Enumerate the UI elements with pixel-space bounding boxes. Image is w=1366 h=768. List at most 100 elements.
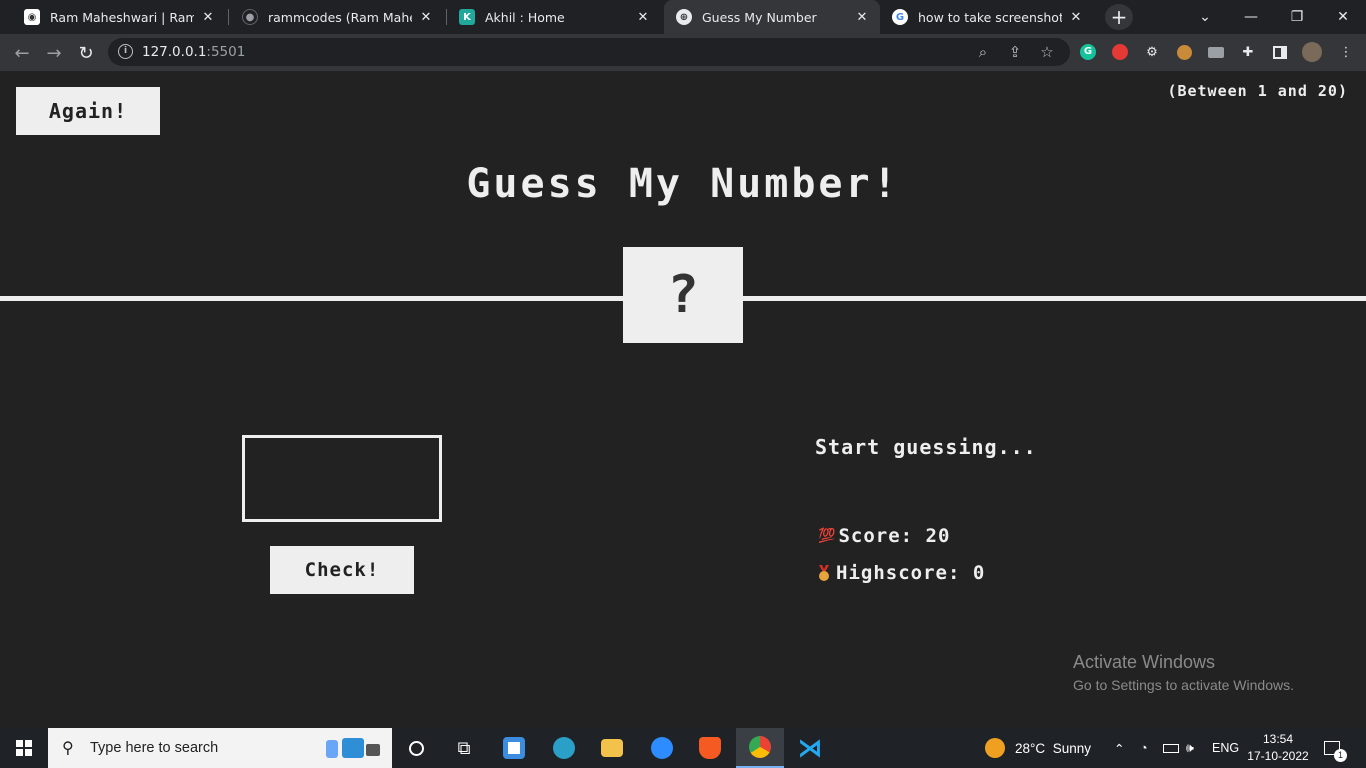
tab-github[interactable]: ● rammcodes (Ram Maheshwari) ✕ [230, 0, 444, 34]
hundred-points-icon: 💯 [818, 528, 837, 544]
share-icon[interactable]: ⇪ [1006, 43, 1024, 61]
clock-date: 17-10-2022 [1247, 749, 1309, 763]
card-extension-icon[interactable] [1206, 42, 1226, 62]
back-button[interactable]: ← [9, 40, 35, 66]
restore-button[interactable]: ❐ [1274, 0, 1320, 34]
notification-icon: 1 [1324, 741, 1347, 762]
watermark-title: Activate Windows [1073, 652, 1216, 672]
task-view-icon: ⧉ [457, 737, 471, 758]
score-text: Score: [838, 525, 914, 547]
search-highlights-icon [322, 736, 382, 760]
weather-widget[interactable]: 28°C Sunny [985, 728, 1091, 768]
language-indicator[interactable]: ENG [1212, 728, 1239, 768]
range-hint: (Between 1 and 20) [1167, 82, 1348, 100]
tab-akhil-home[interactable]: K Akhil : Home ✕ [447, 0, 661, 34]
check-button[interactable]: Check! [270, 546, 414, 594]
close-icon[interactable]: ✕ [200, 10, 216, 25]
windows-taskbar: ⚲ Type here to search ⧉ ⋊ 28°C Sunny ⌃ ◔… [0, 728, 1366, 768]
show-hidden-icons[interactable]: ⌃ [1114, 728, 1124, 768]
close-icon[interactable]: ✕ [1068, 10, 1084, 25]
new-tab-button[interactable]: + [1105, 4, 1133, 30]
clock-time: 13:54 [1262, 732, 1294, 746]
forward-button[interactable]: → [41, 40, 67, 66]
weather-desc: Sunny [1052, 740, 1091, 756]
battery-icon[interactable] [1163, 728, 1179, 768]
tab-rammcodes[interactable]: ◉ Ram Maheshwari | RammCodes ✕ [12, 0, 226, 34]
cookie-extension-icon[interactable] [1174, 42, 1194, 62]
score-label: 💯 Score: 20 [818, 525, 950, 547]
status-message: Start guessing... [815, 435, 1037, 459]
close-icon[interactable]: ✕ [854, 10, 870, 25]
close-icon[interactable]: ✕ [635, 10, 651, 25]
brave-button[interactable] [686, 728, 734, 768]
globe-icon: ⊕ [676, 9, 692, 25]
notification-center-button[interactable]: 1 [1324, 728, 1347, 768]
page-title: Guess My Number! [466, 161, 900, 207]
tab-google-search[interactable]: G how to take screenshot on laptop ✕ [880, 0, 1094, 34]
tab-search-button[interactable]: ⌄ [1182, 0, 1228, 34]
edge-button[interactable] [540, 728, 588, 768]
reload-button[interactable]: ↻ [73, 40, 99, 66]
k-logo-icon: K [459, 9, 475, 25]
store-icon [503, 737, 525, 759]
task-view-button[interactable]: ⧉ [440, 728, 488, 768]
address-bar[interactable]: i 127.0.0.1:5501 ⌕ ⇪ ☆ [108, 38, 1070, 66]
taskbar-search[interactable]: ⚲ Type here to search [48, 728, 392, 768]
url-text: 127.0.0.1:5501 [142, 44, 245, 60]
edge-icon [553, 737, 575, 759]
file-explorer-button[interactable] [588, 728, 636, 768]
close-window-button[interactable]: ✕ [1320, 0, 1366, 34]
zoom-icon [651, 737, 673, 759]
reload-icon: ↻ [78, 42, 94, 64]
plus-icon: + [1110, 5, 1128, 29]
ms-store-button[interactable] [490, 728, 538, 768]
tab-title: how to take screenshot on laptop [918, 9, 1062, 25]
network-icon[interactable]: ◔ [1140, 728, 1148, 768]
cortana-button[interactable] [392, 728, 440, 768]
secret-number: ? [623, 247, 743, 343]
tab-title: Guess My Number [702, 9, 817, 25]
vscode-button[interactable]: ⋊ [786, 728, 834, 768]
minimize-icon: — [1244, 9, 1258, 25]
guess-input[interactable] [242, 435, 442, 522]
chrome-button[interactable] [736, 728, 784, 768]
url-port: :5501 [206, 44, 246, 60]
tab-title: rammcodes (Ram Maheshwari) [268, 9, 412, 25]
gear-extension-icon[interactable]: ⚙ [1142, 42, 1162, 62]
folder-icon [601, 739, 623, 757]
weather-temp: 28°C [1015, 740, 1046, 756]
url-host: 127.0.0.1 [142, 44, 207, 60]
search-icon: ⚲ [62, 740, 74, 757]
bookmark-star-icon[interactable]: ☆ [1038, 43, 1056, 61]
game-page: Again! (Between 1 and 20) Guess My Numbe… [0, 71, 1366, 728]
vscode-icon: ⋊ [798, 734, 822, 762]
chrome-icon [749, 736, 771, 758]
zoom-icon[interactable]: ⌕ [974, 43, 992, 61]
again-button[interactable]: Again! [16, 87, 160, 135]
zoom-app-button[interactable] [638, 728, 686, 768]
github-icon: ● [242, 9, 258, 25]
grammarly-extension-icon[interactable]: G [1078, 42, 1098, 62]
profile-avatar[interactable] [1302, 42, 1322, 62]
sun-icon [985, 738, 1005, 758]
tab-title: Akhil : Home [485, 9, 565, 25]
tab-strip: ◉ Ram Maheshwari | RammCodes ✕ ● rammcod… [0, 0, 1366, 34]
side-panel-icon[interactable] [1270, 42, 1290, 62]
clock[interactable]: 13:54 17-10-2022 [1240, 731, 1316, 765]
tab-guess-my-number[interactable]: ⊕ Guess My Number ✕ [664, 0, 880, 34]
tab-title: Ram Maheshwari | RammCodes [50, 9, 194, 25]
close-icon: ✕ [1337, 9, 1349, 25]
minimize-button[interactable]: — [1228, 0, 1274, 34]
windows-logo-icon [16, 740, 32, 756]
person-photo-icon: ◉ [24, 9, 40, 25]
info-icon[interactable]: i [118, 44, 133, 59]
puzzle-extensions-icon[interactable]: ✚ [1238, 42, 1258, 62]
hand-extension-icon[interactable] [1110, 42, 1130, 62]
arrow-left-icon: ← [14, 42, 30, 64]
chevron-down-icon: ⌄ [1199, 9, 1211, 25]
close-icon[interactable]: ✕ [418, 10, 434, 25]
kebab-menu-icon[interactable]: ⋮ [1336, 42, 1356, 62]
start-button[interactable] [0, 728, 48, 768]
brave-lion-icon [699, 737, 721, 759]
volume-icon[interactable]: 🕪 [1186, 728, 1194, 768]
